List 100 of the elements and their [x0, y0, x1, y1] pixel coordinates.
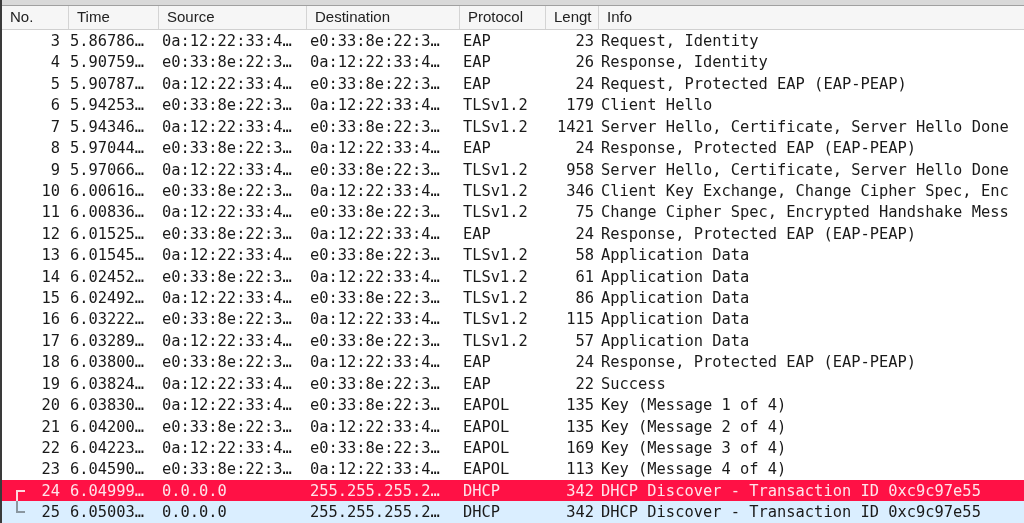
table-cell-text: 23: [41, 459, 61, 481]
table-cell-text: 24: [41, 480, 61, 502]
packet-row[interactable]: 25 6.05003… 0.0.0.0 255.255.255.2… DHCP 342 DHCP Discover - Transaction ID 0xc9c97e55: [2, 501, 1024, 523]
table-cell-text: EAP: [462, 352, 492, 374]
table-cell-text: 0a:12:22:33:4…: [161, 31, 293, 52]
table-cell-text: 0a:12:22:33:4…: [161, 288, 293, 310]
table-cell-text: Change Cipher Spec, Encrypted Handshake Mess: [600, 202, 1010, 224]
table-cell-text: 135: [566, 416, 595, 438]
table-cell-text: 7: [50, 116, 61, 138]
table-cell-text: DHCP: [462, 502, 502, 523]
table-cell-text: 16: [41, 309, 61, 331]
table-cell-text: Application Data: [600, 266, 751, 288]
table-cell-text: Server Hello, Certificate, Server Hello Done: [600, 116, 1010, 138]
table-cell-text: TLSv1.2: [462, 202, 529, 224]
table-cell-text: 10: [41, 180, 61, 202]
table-cell-text: 6: [50, 95, 61, 117]
table-cell-text: 15: [41, 288, 61, 310]
table-cell-text: 14: [41, 266, 61, 288]
table-cell-text: 22: [41, 438, 61, 459]
table-cell-text: TLSv1.2: [462, 245, 529, 267]
table-cell-text: DHCP Discover - Transaction ID 0xc9c97e55: [600, 480, 982, 502]
column-header[interactable]: Protocol: [460, 6, 532, 29]
table-cell-text: 86: [575, 288, 595, 310]
table-cell-text: e0:33:8e:22:3…: [309, 288, 441, 310]
table-cell-text: 0a:12:22:33:4…: [309, 138, 441, 160]
table-cell-text: 58: [575, 245, 595, 267]
table-cell-text: Response, Identity: [600, 52, 769, 74]
table-cell-text: e0:33:8e:22:3…: [161, 180, 293, 202]
table-cell-text: 6.03800…: [69, 352, 146, 374]
table-cell-text: 6.04590…: [69, 459, 146, 481]
table-cell-text: e0:33:8e:22:3…: [309, 202, 441, 224]
table-cell-text: Request, Protected EAP (EAP-PEAP): [600, 73, 908, 95]
table-cell-text: EAP: [462, 73, 492, 95]
table-cell-text: 169: [566, 438, 595, 459]
column-header[interactable]: Time: [69, 6, 118, 29]
table-cell-text: Client Key Exchange, Change Cipher Spec, Enc: [600, 180, 1010, 202]
table-cell-text: EAPOL: [462, 395, 511, 417]
table-cell-text: Application Data: [600, 288, 751, 310]
table-cell-text: 0a:12:22:33:4…: [309, 309, 441, 331]
table-cell-text: EAP: [462, 138, 492, 160]
table-cell-text: 255.255.255.2…: [309, 480, 441, 502]
table-cell-text: 0a:12:22:33:4…: [161, 438, 293, 459]
table-cell-text: 3: [50, 31, 61, 52]
table-cell-text: EAP: [462, 223, 492, 245]
table-cell-text: 0a:12:22:33:4…: [161, 373, 293, 395]
table-cell-text: 6.01545…: [69, 245, 146, 267]
table-cell-text: 6.00836…: [69, 202, 146, 224]
table-cell-text: EAP: [462, 31, 492, 52]
table-cell-text: 5.94346…: [69, 116, 146, 138]
table-cell-text: e0:33:8e:22:3…: [161, 138, 293, 160]
table-cell-text: Key (Message 4 of 4): [600, 459, 788, 481]
table-cell-text: e0:33:8e:22:3…: [309, 395, 441, 417]
table-cell-text: 0a:12:22:33:4…: [161, 159, 293, 181]
table-cell-text: 6.03824…: [69, 373, 146, 395]
table-cell-text: 6.02492…: [69, 288, 146, 310]
table-cell-text: TLSv1.2: [462, 159, 529, 181]
table-cell-text: 0a:12:22:33:4…: [309, 459, 441, 481]
table-cell-text: 57: [575, 330, 595, 352]
table-cell-text: e0:33:8e:22:3…: [309, 116, 441, 138]
table-cell-text: DHCP: [462, 480, 502, 502]
table-cell-text: e0:33:8e:22:3…: [309, 438, 441, 459]
table-cell-text: TLSv1.2: [462, 330, 529, 352]
table-cell-text: 75: [575, 202, 595, 224]
table-cell-text: e0:33:8e:22:3…: [161, 416, 293, 438]
table-cell-text: TLSv1.2: [462, 95, 529, 117]
table-cell-text: TLSv1.2: [462, 288, 529, 310]
table-cell-text: 6.04223…: [69, 438, 146, 459]
table-cell-text: 6.05003…: [69, 502, 146, 523]
column-header[interactable]: No.: [2, 6, 42, 29]
table-cell-text: 5.90759…: [69, 52, 146, 74]
table-cell-text: 255.255.255.2…: [309, 502, 441, 523]
table-cell-text: 6.02452…: [69, 266, 146, 288]
table-cell-text: DHCP Discover - Transaction ID 0xc9c97e55: [600, 502, 982, 523]
table-cell-text: 0a:12:22:33:4…: [161, 202, 293, 224]
table-cell-text: 6.04999…: [69, 480, 146, 502]
table-cell-text: Application Data: [600, 245, 751, 267]
table-cell-text: 346: [566, 180, 595, 202]
table-cell-text: 0.0.0.0: [161, 502, 228, 523]
table-cell-text: 61: [575, 266, 595, 288]
column-header[interactable]: Lengt: [546, 6, 600, 29]
table-cell-text: Key (Message 2 of 4): [600, 416, 788, 438]
table-cell-text: 0a:12:22:33:4…: [309, 266, 441, 288]
column-header[interactable]: Info: [599, 6, 641, 29]
related-packet-end-icon: [16, 501, 26, 514]
table-cell-text: 5.94253…: [69, 95, 146, 117]
table-cell-text: Response, Protected EAP (EAP-PEAP): [600, 352, 918, 374]
table-cell-text: e0:33:8e:22:3…: [161, 52, 293, 74]
table-cell-text: EAPOL: [462, 438, 511, 459]
table-cell-text: 0.0.0.0: [161, 480, 228, 502]
table-cell-text: 11: [41, 202, 61, 224]
table-cell-text: Key (Message 3 of 4): [600, 438, 788, 459]
table-cell-text: 0a:12:22:33:4…: [309, 352, 441, 374]
table-cell-text: 115: [566, 309, 595, 331]
table-cell-text: 23: [575, 31, 595, 52]
table-cell-text: 1421: [556, 116, 595, 138]
column-header[interactable]: Destination: [307, 6, 399, 29]
table-cell-text: 8: [50, 138, 61, 160]
table-cell-text: 13: [41, 245, 61, 267]
table-cell-text: 24: [575, 73, 595, 95]
column-header[interactable]: Source: [159, 6, 223, 29]
